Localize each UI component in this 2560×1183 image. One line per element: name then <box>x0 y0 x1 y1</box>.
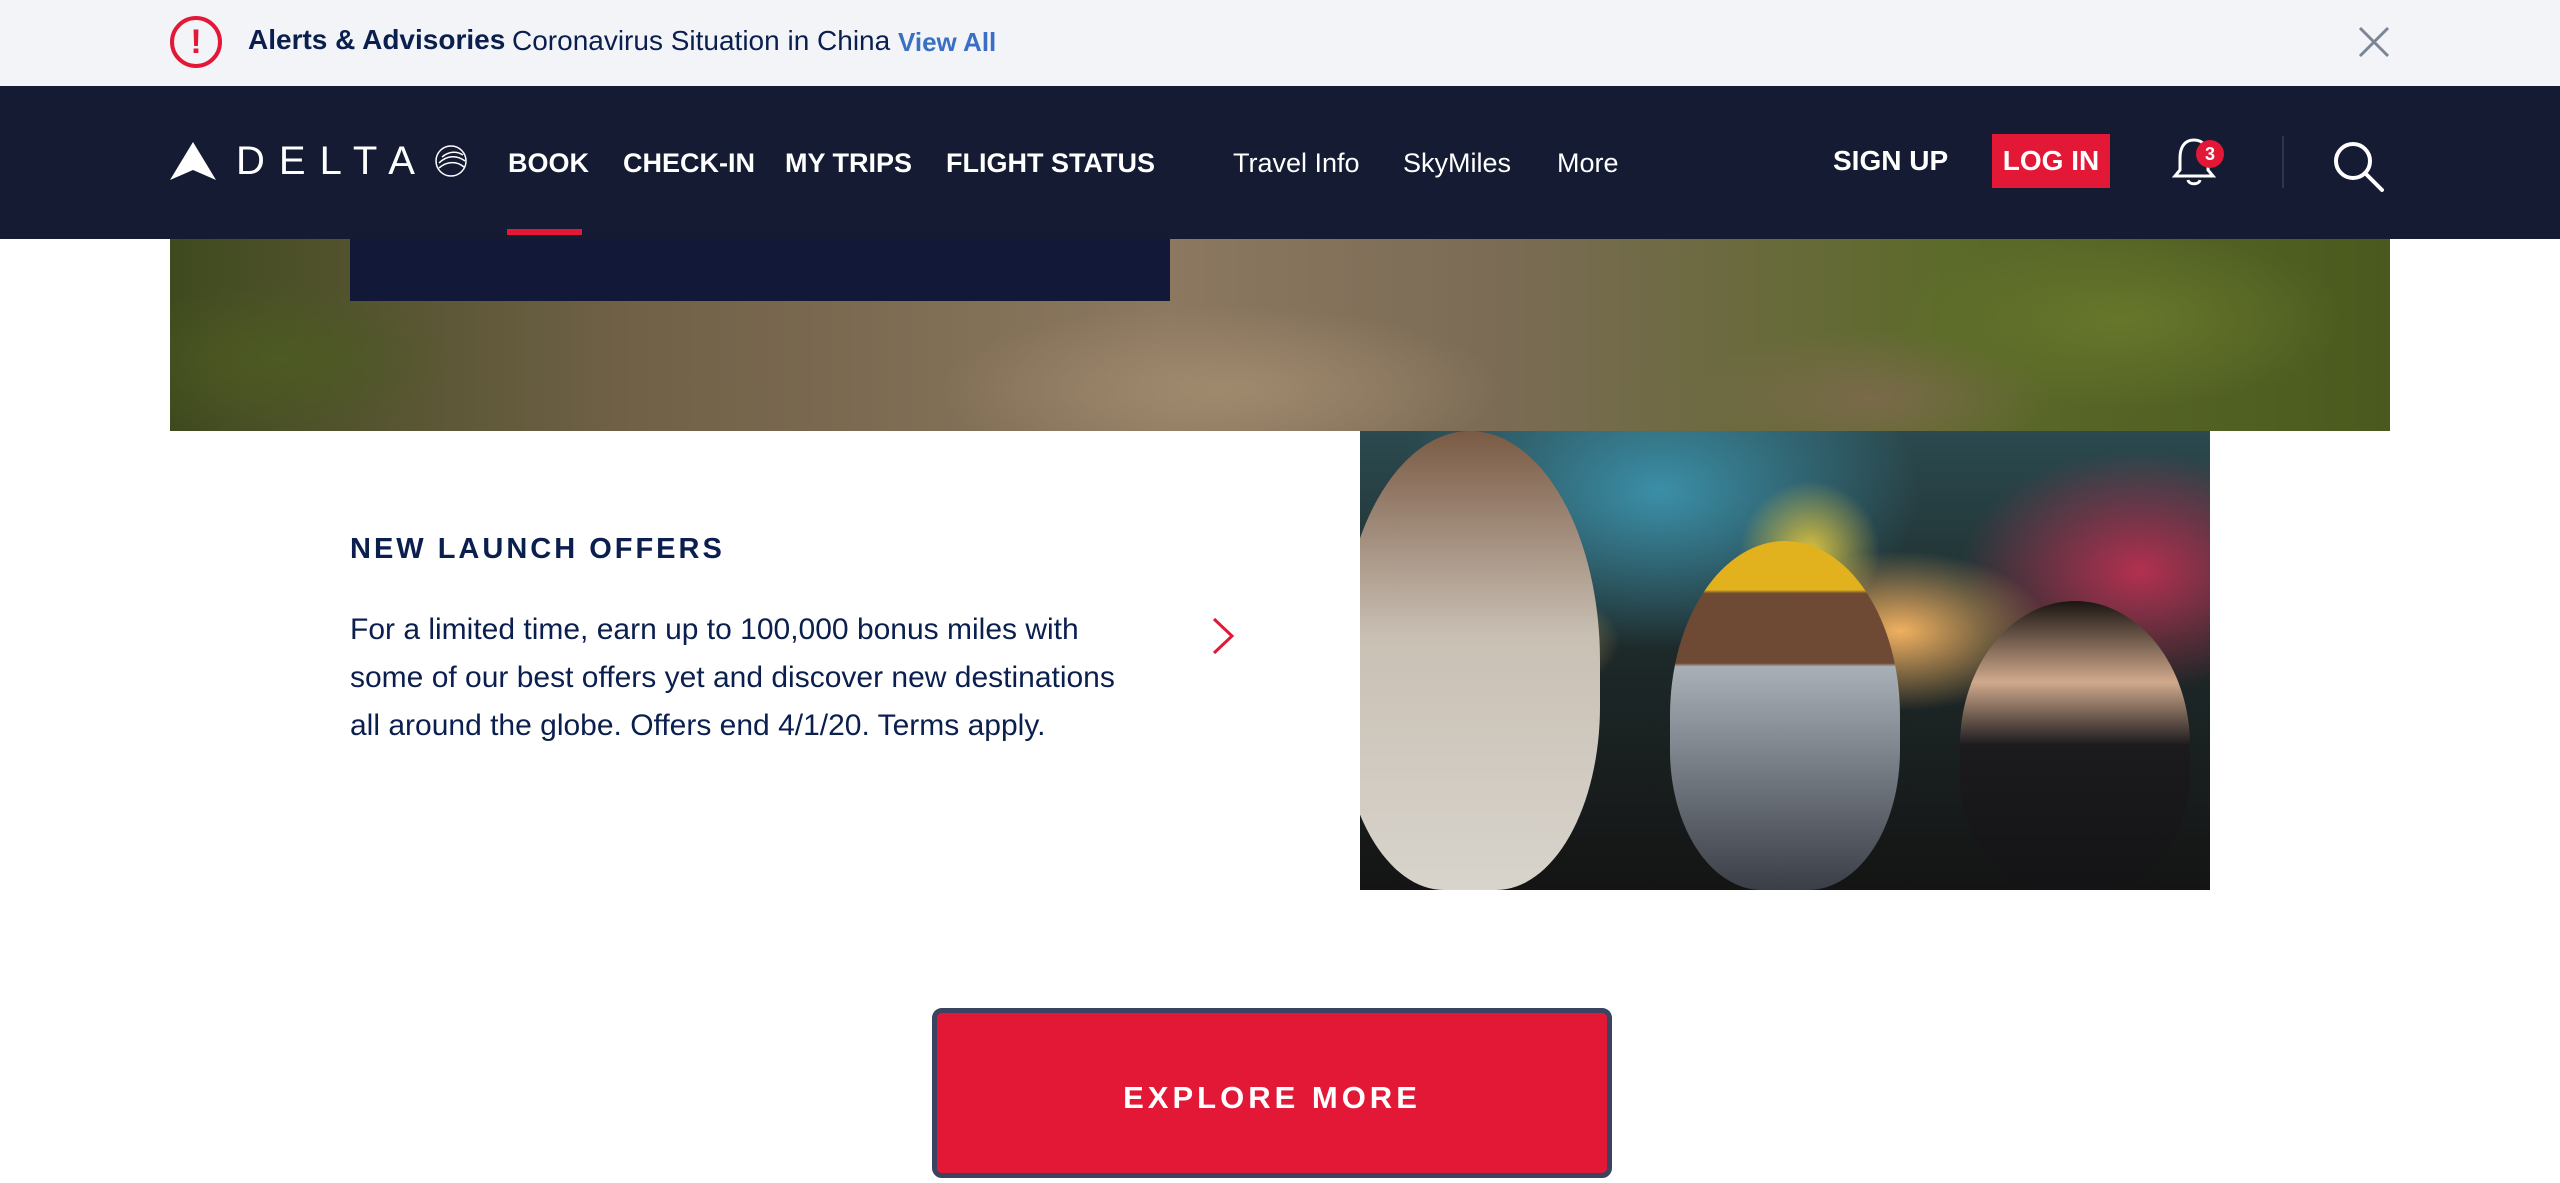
nav-flight-status[interactable]: FLIGHT STATUS <box>946 148 1155 179</box>
nav-travel-info[interactable]: Travel Info <box>1233 148 1360 179</box>
hero-overlay-panel <box>350 239 1170 301</box>
skyteam-globe-icon <box>435 145 467 177</box>
nav-more[interactable]: More <box>1557 148 1619 179</box>
alert-bar: ! Alerts & Advisories Coronavirus Situat… <box>0 0 2560 86</box>
close-icon[interactable] <box>2354 22 2394 62</box>
alert-title[interactable]: Alerts & Advisories <box>248 24 505 56</box>
offer-photo[interactable] <box>1360 431 2210 890</box>
delta-widget-icon <box>170 142 216 180</box>
nav-my-trips[interactable]: MY TRIPS <box>785 148 912 179</box>
log-in-button[interactable]: LOG IN <box>1992 134 2110 188</box>
view-all-link[interactable]: View All <box>898 27 996 58</box>
offer-heading: NEW LAUNCH OFFERS <box>350 533 725 565</box>
search-icon[interactable] <box>2330 138 2386 194</box>
chevron-right-icon[interactable] <box>1208 615 1238 657</box>
logo-text: DELTA <box>236 138 429 183</box>
photo-person-right <box>1960 601 2190 890</box>
main-nav: DELTA BOOK CHECK-IN MY TRIPS FLIGHT STAT… <box>0 86 2560 239</box>
sign-up-link[interactable]: SIGN UP <box>1833 145 1948 177</box>
nav-skymiles[interactable]: SkyMiles <box>1403 148 1511 179</box>
explore-more-label: EXPLORE MORE <box>1123 1080 1421 1115</box>
nav-check-in[interactable]: CHECK-IN <box>623 148 755 179</box>
alert-message[interactable]: Coronavirus Situation in China <box>512 25 890 57</box>
delta-logo[interactable]: DELTA <box>170 136 471 186</box>
photo-person-center <box>1670 541 1900 890</box>
notification-badge: 3 <box>2196 140 2224 168</box>
active-tab-indicator <box>507 229 582 235</box>
offer-description: For a limited time, earn up to 100,000 b… <box>350 613 1115 742</box>
nav-divider <box>2282 136 2284 188</box>
explore-more-button[interactable]: EXPLORE MORE <box>932 1008 1612 1178</box>
nav-book[interactable]: BOOK <box>508 148 589 179</box>
exclamation-circle-icon: ! <box>170 16 222 68</box>
photo-person-left <box>1360 431 1600 890</box>
